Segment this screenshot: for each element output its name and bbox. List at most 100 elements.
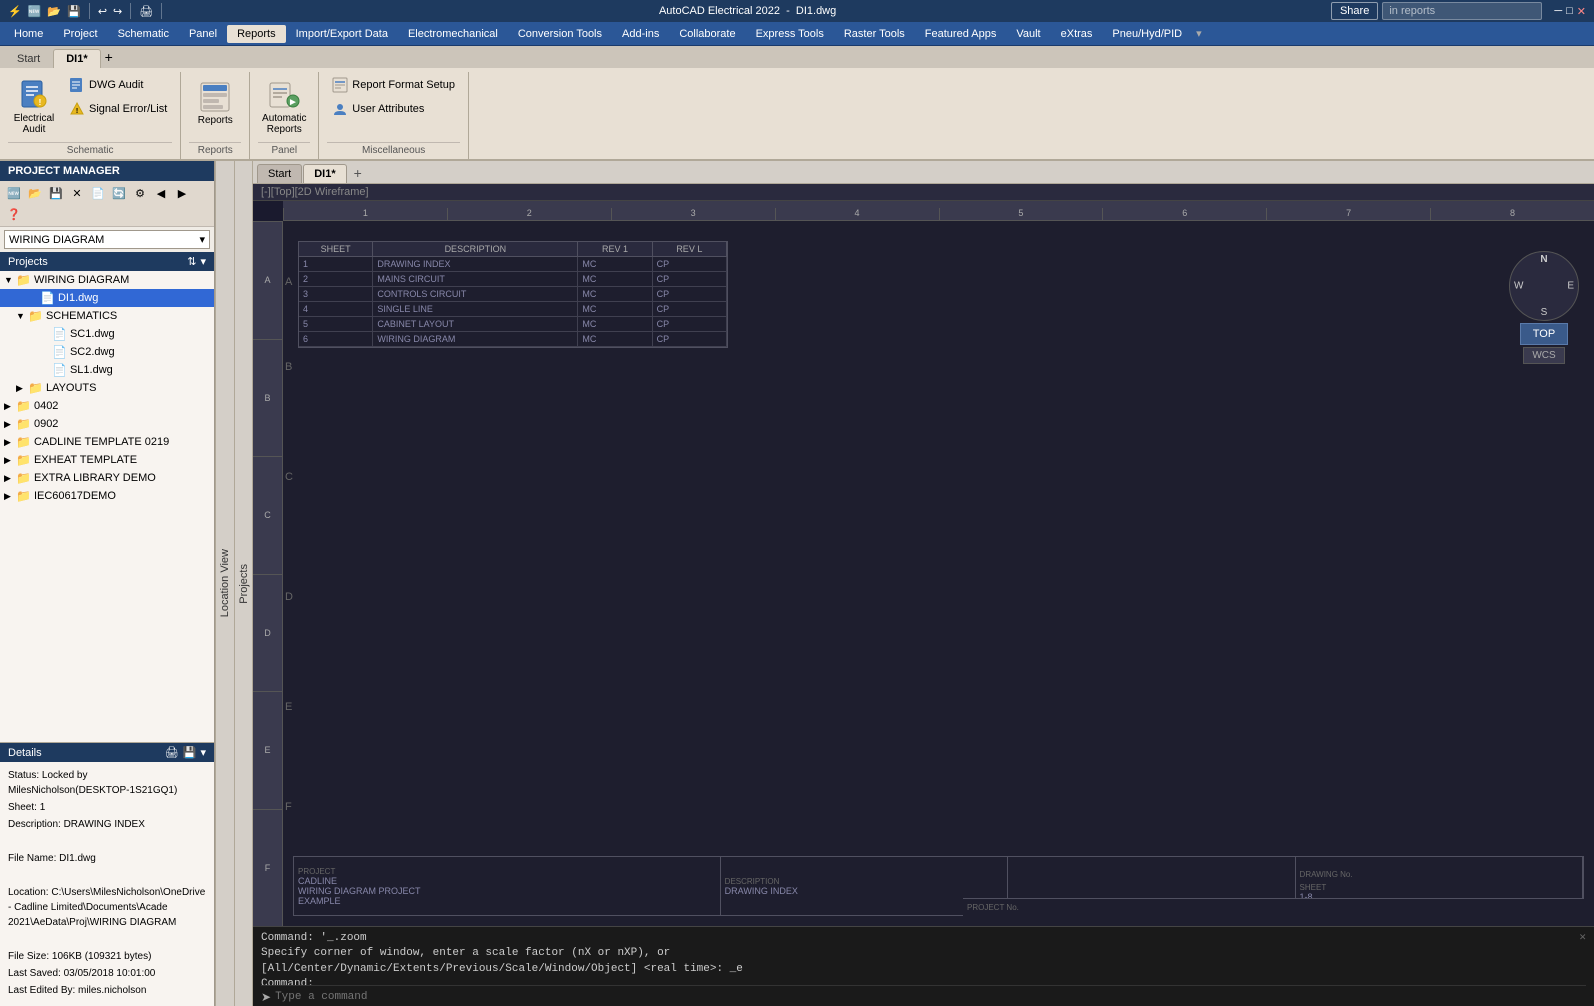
tree-item-sc2[interactable]: 📄 SC2.dwg bbox=[0, 343, 214, 361]
tree-label-sc1: SC1.dwg bbox=[70, 328, 115, 340]
add-tab-button[interactable]: + bbox=[101, 46, 117, 68]
expand-cadline-icon: ▶ bbox=[4, 437, 16, 448]
tab-di1-drawing[interactable]: DI1* bbox=[303, 164, 346, 183]
automatic-reports-button[interactable]: ► Automatic Reports bbox=[258, 74, 310, 140]
tree-item-0902[interactable]: ▶ 📁 0902 bbox=[0, 415, 214, 433]
properties-btn[interactable]: ⚙ bbox=[130, 183, 150, 203]
print-btn[interactable]: 🖨 bbox=[139, 5, 153, 18]
share-button[interactable]: Share bbox=[1331, 2, 1378, 20]
expand-0402-icon: ▶ bbox=[4, 401, 16, 412]
menu-project[interactable]: Project bbox=[53, 25, 107, 43]
nav-prev-btn[interactable]: ◀ bbox=[151, 183, 171, 203]
menu-schematic[interactable]: Schematic bbox=[108, 25, 179, 43]
menu-extras[interactable]: eXtras bbox=[1051, 25, 1103, 43]
menu-addins[interactable]: Add-ins bbox=[612, 25, 669, 43]
tab-di1[interactable]: DI1* bbox=[53, 49, 100, 68]
reports-label: Reports bbox=[198, 115, 233, 126]
user-attributes-button[interactable]: User Attributes bbox=[327, 98, 460, 120]
tree-item-sc1[interactable]: 📄 SC1.dwg bbox=[0, 325, 214, 343]
location-view-label: Location View bbox=[219, 549, 231, 617]
tree-item-exheat[interactable]: ▶ 📁 EXHEAT TEMPLATE bbox=[0, 451, 214, 469]
menu-pneu[interactable]: Pneu/Hyd/PID bbox=[1102, 25, 1192, 43]
wcs-indicator[interactable]: WCS bbox=[1523, 347, 1564, 364]
menu-import-export[interactable]: Import/Export Data bbox=[286, 25, 398, 43]
search-input[interactable] bbox=[1382, 2, 1542, 20]
ruler-mark-f: F bbox=[253, 809, 282, 927]
quick-access-icon-open[interactable]: 📂 bbox=[47, 5, 61, 18]
tree-item-0402[interactable]: ▶ 📁 0402 bbox=[0, 397, 214, 415]
add-tab-button[interactable]: + bbox=[348, 163, 368, 183]
tree-item-di1[interactable]: 📄 DI1.dwg bbox=[0, 289, 214, 307]
location-view-tab[interactable]: Location View bbox=[215, 161, 235, 1006]
menu-reports[interactable]: Reports bbox=[227, 25, 286, 43]
menu-raster[interactable]: Raster Tools bbox=[834, 25, 915, 43]
menu-electromechanical[interactable]: Electromechanical bbox=[398, 25, 508, 43]
new-project-btn[interactable]: 🆕 bbox=[4, 183, 24, 203]
electrical-audit-button[interactable]: ! Electrical Audit bbox=[8, 74, 60, 140]
folder-0902-icon: 📁 bbox=[16, 417, 31, 431]
close-project-btn[interactable]: ✕ bbox=[67, 183, 87, 203]
ribbon-tabs: Start DI1* + bbox=[0, 46, 1594, 68]
details-save-icon[interactable]: 💾 bbox=[183, 746, 197, 759]
quick-access-icon-save[interactable]: 💾 bbox=[67, 5, 81, 18]
report-format-label: Report Format Setup bbox=[352, 79, 455, 91]
save-project-btn[interactable]: 💾 bbox=[46, 183, 66, 203]
menu-conversion[interactable]: Conversion Tools bbox=[508, 25, 612, 43]
reports-group-label: Reports bbox=[189, 142, 241, 159]
top-view-button[interactable]: TOP bbox=[1520, 323, 1568, 345]
menu-collaborate[interactable]: Collaborate bbox=[669, 25, 745, 43]
tree-item-wiring-diagram[interactable]: ▼ 📁 WIRING DIAGRAM bbox=[0, 271, 214, 289]
ruler-mark-6: 6 bbox=[1102, 208, 1266, 220]
table-row-2: 2 MAINS CIRCUIT MC CP bbox=[299, 272, 727, 287]
help-btn[interactable]: ❓ bbox=[4, 204, 24, 224]
details-print-icon[interactable]: 🖨 bbox=[165, 746, 179, 759]
menu-panel[interactable]: Panel bbox=[179, 25, 227, 43]
tree-item-cadline[interactable]: ▶ 📁 CADLINE TEMPLATE 0219 bbox=[0, 433, 214, 451]
open-project-btn[interactable]: 📂 bbox=[25, 183, 45, 203]
projects-label-bar: Projects ⇅ ▾ bbox=[0, 252, 214, 271]
drawing-area[interactable]: 1 2 3 4 5 6 7 8 A B C D bbox=[253, 201, 1594, 926]
tree-item-extra-lib[interactable]: ▶ 📁 EXTRA LIBRARY DEMO bbox=[0, 469, 214, 487]
report-format-button[interactable]: Report Format Setup bbox=[327, 74, 460, 96]
tab-start[interactable]: Start bbox=[4, 49, 53, 68]
cmd-close-btn[interactable]: ✕ bbox=[1579, 931, 1586, 946]
tree-item-iec[interactable]: ▶ 📁 IEC60617DEMO bbox=[0, 487, 214, 505]
menu-featured[interactable]: Featured Apps bbox=[915, 25, 1007, 43]
details-chevron-icon[interactable]: ▾ bbox=[200, 746, 206, 759]
redo-btn[interactable]: ↪ bbox=[113, 5, 122, 18]
tree-label-extra-lib: EXTRA LIBRARY DEMO bbox=[34, 472, 156, 484]
refresh-btn[interactable]: 🔄 bbox=[109, 183, 129, 203]
nav-next-btn[interactable]: ▶ bbox=[172, 183, 192, 203]
reports-items: Reports bbox=[189, 72, 241, 142]
compass-w: W bbox=[1514, 281, 1523, 292]
minimize-btn[interactable]: ─ bbox=[1554, 5, 1562, 17]
tree-item-layouts[interactable]: ▶ 📁 LAYOUTS bbox=[0, 379, 214, 397]
menu-express[interactable]: Express Tools bbox=[746, 25, 834, 43]
compass[interactable]: N S E W bbox=[1509, 251, 1579, 321]
ribbon-toggle[interactable]: ▾ bbox=[1196, 27, 1202, 40]
quick-access-icon-new[interactable]: 🆕 bbox=[28, 5, 42, 18]
maximize-btn[interactable]: □ bbox=[1566, 5, 1573, 17]
menu-vault[interactable]: Vault bbox=[1006, 25, 1050, 43]
close-btn[interactable]: ✕ bbox=[1577, 5, 1586, 18]
electrical-audit-label: Electrical Audit bbox=[11, 113, 57, 135]
menu-bar: Home Project Schematic Panel Reports Imp… bbox=[0, 22, 1594, 46]
add-drawing-btn[interactable]: 📄 bbox=[88, 183, 108, 203]
dwg-audit-button[interactable]: DWG Audit bbox=[64, 74, 172, 96]
tree-item-sl1[interactable]: 📄 SL1.dwg bbox=[0, 361, 214, 379]
misc-small-buttons: Report Format Setup User Attributes bbox=[327, 74, 460, 120]
reports-button[interactable]: Reports bbox=[189, 74, 241, 132]
projects-sort-icon[interactable]: ⇅ bbox=[187, 255, 196, 268]
signal-error-button[interactable]: ! Signal Error/List bbox=[64, 98, 172, 120]
projects-vtab[interactable]: Projects bbox=[235, 161, 253, 1006]
projects-text: Projects bbox=[8, 256, 48, 268]
projects-chevron-icon[interactable]: ▾ bbox=[200, 255, 206, 268]
tab-start-drawing[interactable]: Start bbox=[257, 164, 302, 183]
menu-home[interactable]: Home bbox=[4, 25, 53, 43]
undo-btn[interactable]: ↩ bbox=[98, 5, 107, 18]
command-input[interactable] bbox=[275, 991, 1586, 1003]
tree-label-0902: 0902 bbox=[34, 418, 58, 430]
wiring-diagram-selector[interactable]: WIRING DIAGRAM ▾ bbox=[4, 230, 210, 249]
tree-item-schematics[interactable]: ▼ 📁 SCHEMATICS bbox=[0, 307, 214, 325]
project-tree: ▼ 📁 WIRING DIAGRAM 📄 DI1.dwg ▼ 📁 SCHEMAT… bbox=[0, 271, 214, 742]
